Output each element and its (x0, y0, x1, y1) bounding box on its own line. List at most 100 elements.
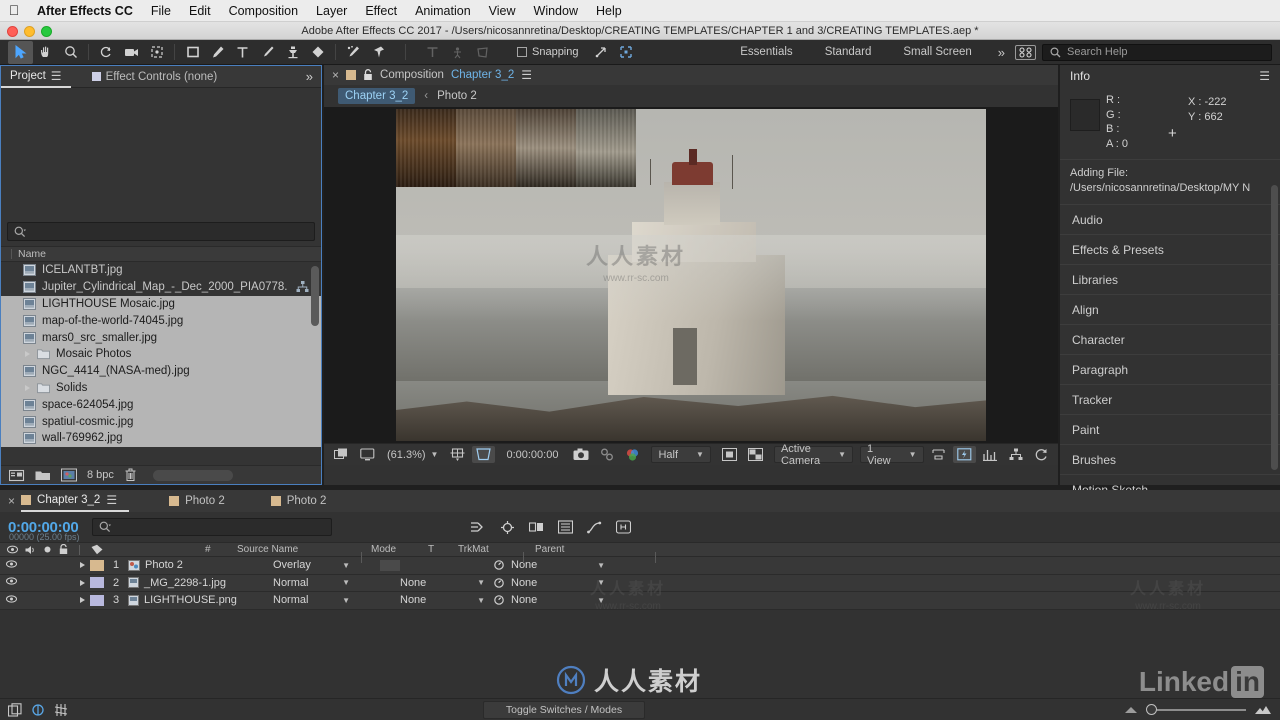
zoom-in-timeline-icon[interactable] (1254, 705, 1272, 715)
collapsed-panel-row[interactable]: Effects & Presets (1060, 234, 1280, 264)
layer-source-name[interactable]: LIGHTHOUSE.png (128, 594, 273, 606)
views-dropdown[interactable]: 1 View ▼ (859, 443, 924, 467)
composition-mini-flowchart-icon[interactable] (470, 520, 486, 534)
zoom-level-dropdown[interactable]: (61.3%) ▼ (382, 449, 443, 461)
layer-trkmat-dropdown[interactable]: None ▼ (400, 594, 493, 606)
pen-tool-icon[interactable] (205, 41, 230, 64)
delete-icon[interactable] (124, 468, 137, 482)
menu-composition[interactable]: Composition (220, 0, 307, 22)
camera-tool-icon[interactable] (119, 41, 144, 64)
toggle-mask-icon[interactable] (718, 446, 741, 463)
layer-mode-dropdown[interactable]: Overlay ▼ (273, 559, 358, 571)
new-folder-icon[interactable] (35, 469, 51, 482)
selection-tool-icon[interactable] (8, 40, 33, 64)
menu-animation[interactable]: Animation (406, 0, 480, 22)
project-file-row[interactable]: LIGHTHOUSE Mosaic.jpg (1, 295, 321, 313)
menu-layer[interactable]: Layer (307, 0, 356, 22)
main-viewer-icon[interactable] (356, 446, 379, 463)
channels-icon[interactable] (621, 446, 644, 463)
layer-visibility-toggle[interactable] (0, 577, 22, 588)
layer-source-name[interactable]: Photo 2 (128, 559, 273, 571)
frame-blend-icon[interactable] (529, 520, 544, 534)
graph-editor-icon[interactable] (587, 520, 602, 534)
composition-viewer-stage[interactable]: 人人素材 www.rr-sc.com (324, 107, 1058, 443)
timeline-tab-photo2-a[interactable]: Photo 2 (157, 490, 237, 512)
right-panel-scrollbar[interactable] (1271, 185, 1278, 470)
project-file-row[interactable]: ICELANTBT.jpg (1, 262, 321, 279)
grid-snap-icon[interactable] (614, 41, 639, 64)
project-file-row[interactable]: Jupiter_Cylindrical_Map_-_Dec_2000_PIA07… (1, 279, 321, 296)
viewer-timecode[interactable]: 0:00:00:00 (498, 449, 566, 461)
project-file-row[interactable]: Solids (1, 379, 321, 397)
breadcrumb-photo2[interactable]: Photo 2 (437, 90, 477, 102)
layer-parent-dropdown[interactable]: None ▼ (493, 594, 613, 606)
timeline-search-input[interactable] (92, 518, 333, 536)
pick-whip-icon[interactable] (493, 559, 505, 571)
toggle-switches-modes-button[interactable]: Toggle Switches / Modes (482, 700, 646, 719)
layer-expand-triangle-icon[interactable] (74, 597, 90, 604)
frame-blending-toggle-icon[interactable] (8, 702, 22, 717)
workspace-small-screen[interactable]: Small Screen (887, 41, 987, 64)
transparency-grid-icon[interactable] (744, 446, 767, 463)
rotation-tool-icon[interactable] (94, 41, 119, 64)
layer-parent-dropdown[interactable]: None ▼ (493, 577, 613, 589)
roto-brush-tool-icon[interactable] (341, 41, 366, 64)
workspace-overflow-icon[interactable]: » (988, 45, 1015, 60)
pixel-aspect-icon[interactable] (927, 446, 950, 463)
workspace-essentials[interactable]: Essentials (724, 41, 808, 64)
tab-effect-controls[interactable]: Effect Controls (none) (83, 66, 227, 88)
project-file-row[interactable]: wall-769962.jpg (1, 429, 321, 447)
text-align-icon[interactable] (420, 41, 445, 64)
anchor-point-tool-icon[interactable] (144, 41, 169, 64)
zoom-out-timeline-icon[interactable] (1124, 705, 1138, 714)
search-help-field[interactable]: Search Help (1042, 43, 1272, 61)
resolution-dropdown[interactable]: Half ▼ (651, 446, 711, 463)
project-file-row[interactable]: spatiul-cosmic.jpg (1, 413, 321, 430)
workspace-standard[interactable]: Standard (809, 41, 888, 64)
motion-blur-icon[interactable] (500, 520, 515, 535)
layer-visibility-toggle[interactable] (0, 560, 22, 571)
timeline-tab-chapter[interactable]: Chapter 3_2 ☰ (21, 490, 130, 512)
timeline-zoom-slider[interactable] (1146, 704, 1246, 715)
shape-tool-icon[interactable] (180, 41, 205, 64)
puppet-mesh-icon[interactable] (445, 41, 470, 64)
menu-view[interactable]: View (480, 0, 525, 22)
shy-layers-icon[interactable] (558, 520, 574, 534)
layer-source-name[interactable]: _MG_2298-1.jpg (128, 577, 273, 589)
layer-expand-triangle-icon[interactable] (74, 562, 90, 569)
collapsed-panel-row[interactable]: Paragraph (1060, 354, 1280, 384)
brainstorm-icon[interactable] (616, 520, 632, 534)
brush-tool-icon[interactable] (255, 41, 280, 64)
maximize-window-icon[interactable] (41, 26, 52, 37)
project-tabs-overflow-icon[interactable]: » (306, 69, 321, 84)
project-scrollbar[interactable] (311, 266, 319, 326)
project-file-row[interactable]: space-624054.jpg (1, 396, 321, 414)
take-snapshot-icon[interactable] (569, 446, 593, 463)
new-comp-icon[interactable] (9, 469, 25, 482)
menu-edit[interactable]: Edit (180, 0, 220, 22)
region-of-interest-icon[interactable] (472, 446, 496, 463)
collapsed-panel-row[interactable]: Libraries (1060, 264, 1280, 294)
layer-label-swatch[interactable] (90, 559, 104, 571)
fast-previews-icon[interactable] (952, 446, 976, 463)
reset-exposure-icon[interactable] (1030, 446, 1053, 463)
project-file-list[interactable]: ICELANTBT.jpg Jupiter_Cylindrical_Map_-_D… (1, 262, 321, 465)
layer-visibility-toggle[interactable] (0, 595, 22, 606)
collapsed-panel-row[interactable]: Tracker (1060, 384, 1280, 414)
pick-whip-icon[interactable] (493, 594, 505, 606)
snapping-arrow-icon[interactable] (589, 41, 614, 64)
menu-effect[interactable]: Effect (356, 0, 406, 22)
layer-trkmat-dropdown[interactable]: None ▼ (400, 577, 493, 589)
snapping-checkbox[interactable] (517, 47, 527, 57)
workspace-options-icon[interactable] (1015, 44, 1036, 60)
timeline-layer-row[interactable]: 3 LIGHTHOUSE.png Normal ▼ None ▼ None ▼ (0, 592, 1280, 610)
collapsed-panel-row[interactable]: Character (1060, 324, 1280, 354)
composition-panel-menu-icon[interactable]: ☰ (521, 68, 532, 82)
layer-mode-dropdown[interactable]: Normal ▼ (273, 577, 358, 589)
project-file-row[interactable]: Mosaic Photos (1, 345, 321, 363)
menu-after-effects[interactable]: After Effects CC (28, 0, 142, 22)
resolution-region-icon[interactable] (446, 446, 469, 463)
mesh-warp-icon[interactable] (470, 41, 495, 64)
graph-editor-toggle-icon[interactable] (54, 703, 68, 717)
info-panel-menu-icon[interactable]: ☰ (1259, 69, 1270, 83)
